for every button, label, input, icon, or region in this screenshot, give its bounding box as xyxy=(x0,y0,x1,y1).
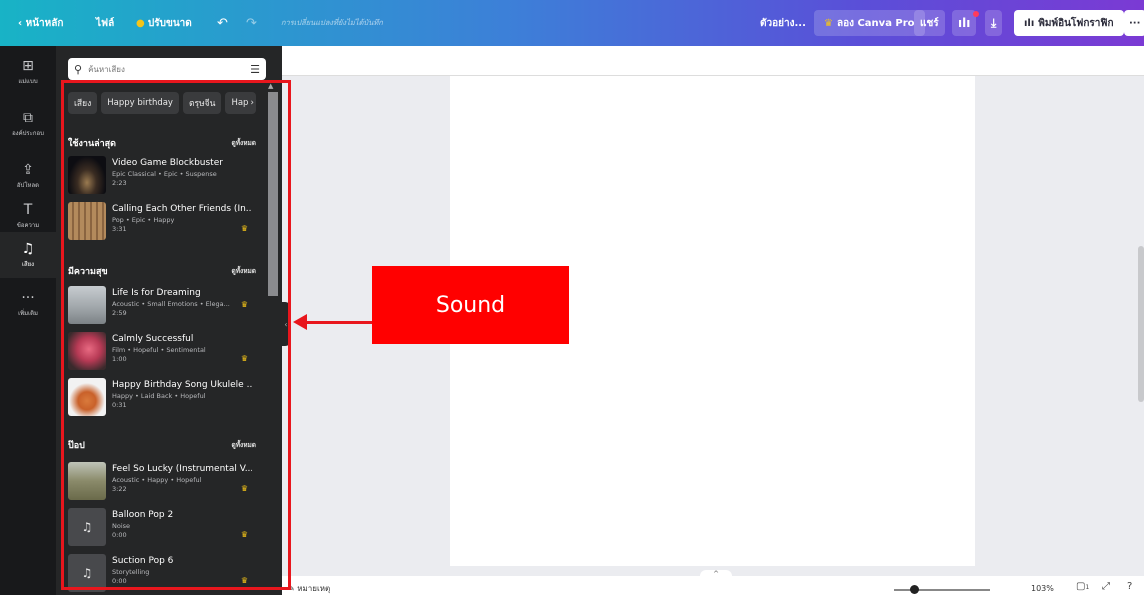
design-name[interactable]: ตัวอย่าง... xyxy=(760,0,806,46)
search-input[interactable] xyxy=(88,64,245,74)
rail-item-templates[interactable]: ⊞ แม่แบบ xyxy=(0,46,56,98)
redo-icon: ↷ xyxy=(246,15,257,31)
notification-dot xyxy=(973,11,979,17)
rail-item-more[interactable]: ··· เพิ่มเติม xyxy=(0,278,56,330)
more-options-button[interactable]: ··· xyxy=(1124,0,1144,46)
notes-button[interactable]: ✎ หมายเหตุ xyxy=(288,582,330,595)
undo-button[interactable]: ↶ xyxy=(217,0,228,46)
download-button[interactable]: ⤓ xyxy=(985,0,1003,46)
elements-icon: ⧉ xyxy=(23,110,33,126)
crown-icon: ♛ xyxy=(824,17,833,29)
fullscreen-icon[interactable]: ⤢ xyxy=(1102,581,1110,592)
search-icon: ⚲ xyxy=(74,62,83,76)
crown-icon: ● xyxy=(136,17,145,29)
share-button[interactable]: แชร์ xyxy=(914,0,945,46)
save-status: การเปลี่ยนแปลงที่ยังไม่ได้บันทึก xyxy=(281,18,383,27)
insights-button[interactable]: ılı xyxy=(952,0,979,46)
text-icon: T xyxy=(23,202,33,218)
zoom-level[interactable]: 103% xyxy=(1031,584,1054,593)
chevron-up-icon: ^ xyxy=(713,570,719,578)
home-label: หน้าหลัก xyxy=(25,17,64,29)
top-toolbar: ‹ หน้าหลัก ไฟล์ ● ปรับขนาด ↶ ↷ การเปลี่ย… xyxy=(0,0,1144,46)
chevron-left-icon: ‹ xyxy=(18,17,26,29)
download-icon: ⤓ xyxy=(991,15,997,30)
bottom-bar: ^ ✎ หมายเหตุ 103% ▢1 ⤢ ? xyxy=(282,570,1144,595)
side-rail: ⊞ แม่แบบ ⧉ องค์ประกอบ ⇪ อัปโหลด T ข้อควา… xyxy=(0,46,56,595)
resize-button[interactable]: ● ปรับขนาด xyxy=(136,0,192,46)
arrow-head-icon xyxy=(293,314,307,330)
editor-subbar xyxy=(282,46,1144,76)
annotation-label: Sound xyxy=(372,266,569,344)
file-menu[interactable]: ไฟล์ xyxy=(96,0,114,46)
arrow-icon xyxy=(305,321,372,324)
help-icon[interactable]: ? xyxy=(1127,581,1132,592)
music-icon: ♫ xyxy=(21,241,35,257)
show-pages-button[interactable]: ^ xyxy=(700,570,732,582)
print-button[interactable]: ılı พิมพ์อินโฟกราฟิก xyxy=(1014,0,1124,46)
filter-icon[interactable]: ☰ xyxy=(250,63,260,76)
bar-chart-icon: ılı xyxy=(958,16,971,30)
more-icon: ··· xyxy=(21,290,35,306)
canvas-scrollbar[interactable] xyxy=(1138,246,1144,402)
undo-icon: ↶ xyxy=(217,15,228,31)
home-button[interactable]: ‹ หน้าหลัก xyxy=(18,0,63,46)
bar-chart-icon: ılı xyxy=(1024,17,1035,29)
upload-icon: ⇪ xyxy=(22,162,34,178)
search-box[interactable]: ⚲ ☰ xyxy=(68,58,266,80)
try-pro-button[interactable]: ♛ ลอง Canva Pro xyxy=(814,0,925,46)
template-icon: ⊞ xyxy=(22,58,34,74)
zoom-slider[interactable] xyxy=(894,589,990,591)
rail-item-elements[interactable]: ⧉ องค์ประกอบ xyxy=(0,98,56,150)
page-count-icon[interactable]: ▢1 xyxy=(1076,581,1089,592)
zoom-slider-handle[interactable] xyxy=(910,585,919,594)
rail-item-audio[interactable]: ♫ เสียง xyxy=(0,232,56,278)
highlight-box xyxy=(61,80,291,590)
redo-button[interactable]: ↷ xyxy=(246,0,257,46)
